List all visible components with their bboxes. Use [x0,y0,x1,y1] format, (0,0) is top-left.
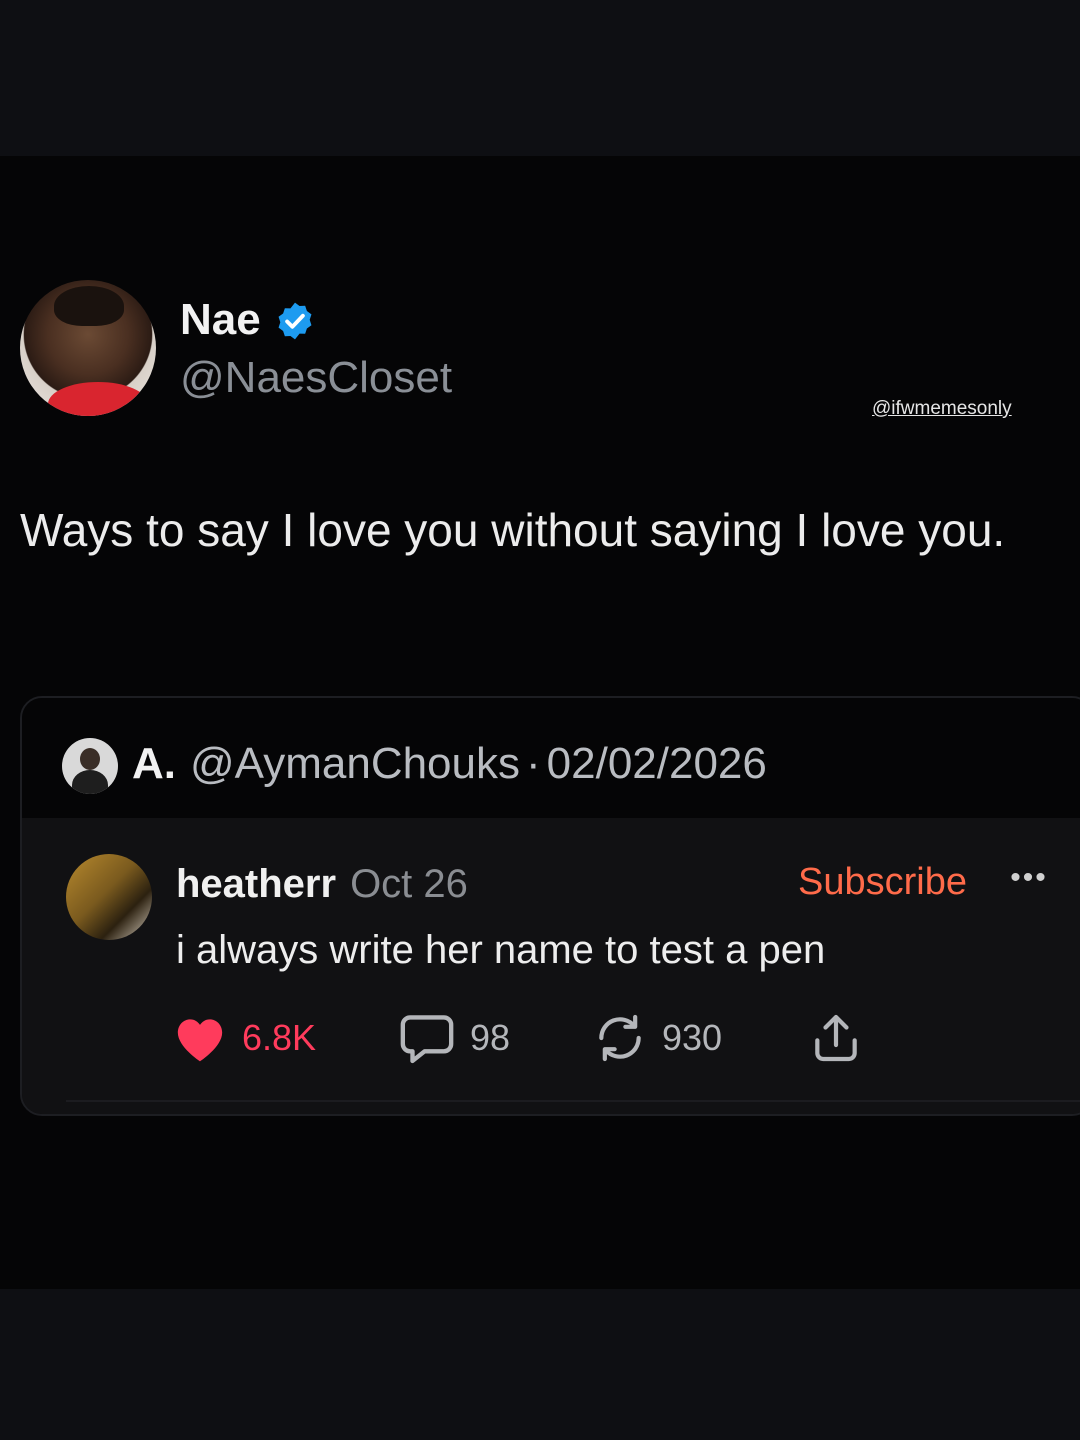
avatar-shirt [48,382,148,416]
comment-count: 98 [470,1017,511,1058]
repost-count: 930 [662,1017,723,1058]
reply-date: Oct 26 [350,862,468,906]
heart-icon [177,1019,223,1062]
author-avatar[interactable] [20,280,156,416]
watermark: @ifwmemesonly [872,398,1012,419]
reply-text: i always write her name to test a pen [176,928,826,972]
tweet-text: Ways to say I love you without saying I … [20,504,1006,556]
quote-author-name[interactable]: A. [132,739,176,788]
divider [66,1100,1080,1102]
quote-author-line: A. @AymanChouks · 02/02/2026 [132,739,767,788]
comment-button[interactable]: 98 [398,1008,510,1068]
avatar-body [72,770,108,794]
share-icon [815,1014,857,1062]
comment-icon [400,1015,454,1064]
quote-header: A. @AymanChouks · 02/02/2026 [22,698,1080,818]
separator-dot: · [526,739,541,788]
reply-post: heatherr Oct 26 Subscribe ••• i always wr… [22,818,1080,1114]
share-button[interactable] [808,1008,864,1068]
tweet-panel: Nae @NaesCloset @ifwmemesonly Ways to sa… [0,156,1080,1289]
quote-author-handle[interactable]: @AymanChouks [190,739,520,788]
avatar-head [80,748,100,770]
reply-author-avatar[interactable] [66,854,152,940]
author-display-name[interactable]: Nae [180,295,261,344]
more-options-button[interactable]: ••• [1004,858,1054,898]
like-button[interactable]: 6.8K [172,1008,316,1068]
repost-icon [599,1014,641,1062]
reply-author-line: heatherr Oct 26 [176,862,468,906]
reply-author-name[interactable]: heatherr [176,862,336,906]
avatar-hair [54,286,124,326]
quote-card[interactable]: A. @AymanChouks · 02/02/2026 heatherr Oct 26… [20,696,1080,1116]
verified-icon [278,302,312,340]
screenshot-frame: Nae @NaesCloset @ifwmemesonly Ways to sa… [0,0,1080,1440]
like-count: 6.8K [242,1017,317,1058]
quote-date: 02/02/2026 [546,739,767,788]
author-handle[interactable]: @NaesCloset [180,353,452,402]
repost-button[interactable]: 930 [592,1008,722,1068]
subscribe-button[interactable]: Subscribe [798,861,967,904]
quote-author-avatar[interactable] [62,738,118,794]
